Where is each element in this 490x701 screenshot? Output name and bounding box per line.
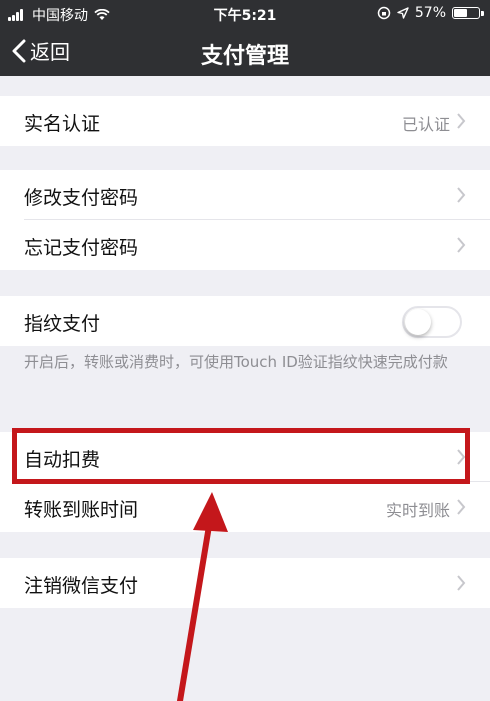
fingerprint-label: 指纹支付 [24,313,101,335]
realname-status: 已认证 [401,115,450,134]
chevron-right-icon [457,575,466,591]
battery-icon [452,7,484,19]
toggle-knob [405,309,431,335]
cancel-wechat-pay-label: 注销微信支付 [24,575,139,597]
group-verification: 实名认证 已认证 [0,96,490,146]
page-title: 支付管理 [200,44,289,69]
transfer-time-label: 转账到账时间 [24,499,139,521]
chevron-right-icon [457,237,466,253]
chevron-right-icon [457,499,466,515]
row-realname[interactable]: 实名认证 已认证 [0,96,490,146]
nav-header: 返回 支付管理 [0,28,490,76]
navigation-bar: 中国移动 下午5:21 57% 返回 支付管理 [0,0,490,76]
group-password: 修改支付密码 忘记支付密码 [0,170,490,270]
change-password-label: 修改支付密码 [24,187,139,209]
chevron-right-icon [457,187,466,203]
row-fingerprint: 指纹支付 [0,296,490,346]
location-icon [397,7,409,19]
battery-percentage: 57% [414,5,446,21]
chevron-right-icon [457,113,466,129]
group-cancel: 注销微信支付 [0,558,490,608]
row-cancel-wechat-pay[interactable]: 注销微信支付 [0,558,490,608]
realname-label: 实名认证 [24,113,101,135]
status-bar: 中国移动 下午5:21 57% [0,0,490,28]
transfer-time-value: 实时到账 [385,501,450,520]
row-transfer-time[interactable]: 转账到账时间 实时到账 [0,482,490,532]
forgot-password-label: 忘记支付密码 [24,237,139,259]
group-fingerprint: 指纹支付 [0,296,490,346]
row-forgot-password[interactable]: 忘记支付密码 [0,220,490,270]
row-change-password[interactable]: 修改支付密码 [0,170,490,220]
fingerprint-toggle[interactable] [402,306,462,338]
status-right: 57% [377,5,484,21]
annotation-highlight-box [12,428,470,484]
fingerprint-hint: 开启后，转账或消费时，可使用Touch ID验证指纹快速完成付款 [24,353,448,371]
lock-rotation-icon [377,6,391,20]
